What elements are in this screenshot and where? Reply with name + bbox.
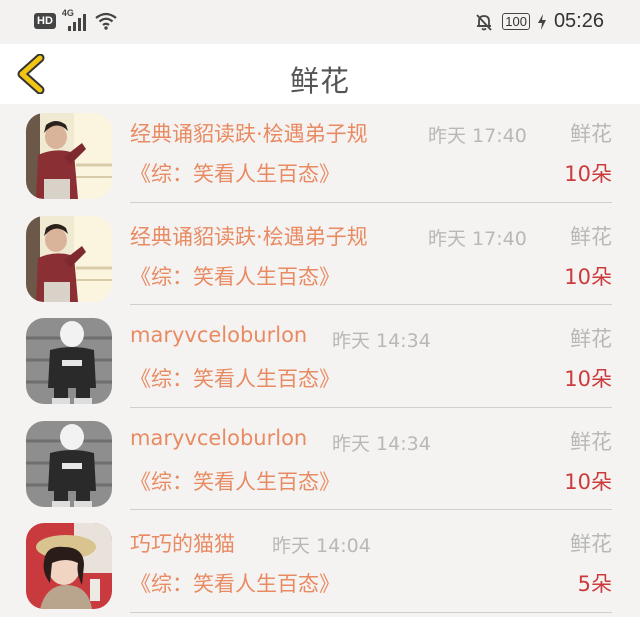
flower-count: 5朵 [577, 572, 612, 597]
book-title[interactable]: 《综：笑看人生百态》 [130, 261, 340, 291]
hd-badge: HD [34, 13, 56, 29]
divider [130, 304, 612, 306]
flower-count: 10朵 [564, 469, 612, 494]
sender-name[interactable]: 经典诵貂读趺·桧遇弟子规 [130, 118, 368, 148]
divider [130, 406, 612, 408]
list-item[interactable]: 经典诵貂读趺·桧遇弟子规 昨天 17:40 鲜花 《综：笑看人生百态》 10朵 [0, 207, 640, 310]
send-time: 昨天 14:04 [272, 535, 371, 558]
status-right: 100 05:26 [474, 10, 604, 33]
flower-count: 10朵 [564, 162, 612, 186]
wifi-icon [95, 12, 117, 30]
sender-name[interactable]: 经典诵貂读趺·桧遇弟子规 [130, 221, 368, 251]
list-item[interactable]: maryvceloburlon 昨天 14:34 鲜花 《综：笑看人生百态》 1… [0, 412, 640, 515]
avatar[interactable] [26, 215, 112, 302]
gift-type: 鲜花 [570, 429, 612, 454]
send-time: 昨天 17:40 [428, 227, 527, 250]
list-item[interactable]: 经典诵貂读趺·桧遇弟子规 昨天 17:40 鲜花 《综：笑看人生百态》 10朵 [0, 104, 640, 207]
divider [130, 201, 612, 203]
send-time: 昨天 14:34 [332, 330, 431, 353]
title-bar: 鲜花 [0, 44, 640, 104]
book-title[interactable]: 《综：笑看人生百态》 [130, 568, 340, 598]
mute-bell-icon [476, 13, 492, 31]
divider [130, 611, 612, 613]
send-time: 昨天 14:34 [332, 432, 431, 455]
book-title[interactable]: 《综：笑看人生百态》 [130, 466, 340, 496]
gift-type: 鲜花 [570, 532, 612, 557]
battery-level: 100 [502, 13, 530, 30]
avatar[interactable] [26, 318, 112, 405]
flower-list: 经典诵貂读趺·桧遇弟子规 昨天 17:40 鲜花 《综：笑看人生百态》 10朵 … [0, 104, 640, 617]
status-left: HD 4G [34, 8, 118, 31]
avatar[interactable] [26, 420, 112, 507]
clock: 05:26 [553, 10, 604, 32]
send-time: 昨天 17:40 [428, 125, 527, 147]
flower-count: 10朵 [564, 264, 612, 289]
cell-signal-icon: 4G [62, 8, 88, 31]
list-item[interactable]: maryvceloburlon 昨天 14:34 鲜花 《综：笑看人生百态》 1… [0, 309, 640, 412]
gift-type: 鲜花 [570, 122, 612, 146]
divider [130, 509, 612, 511]
page-title: 鲜花 [289, 64, 350, 98]
book-title[interactable]: 《综：笑看人生百态》 [130, 158, 340, 188]
book-title[interactable]: 《综：笑看人生百态》 [130, 363, 340, 393]
sender-name[interactable]: maryvceloburlon [130, 323, 307, 347]
status-bar: HD 4G 100 05:26 [0, 0, 640, 44]
list-item[interactable]: 巧巧的猫猫 昨天 14:04 鲜花 《综：笑看人生百态》 5朵 [0, 514, 640, 617]
gift-type: 鲜花 [570, 224, 612, 249]
sender-name[interactable]: 巧巧的猫猫 [130, 528, 235, 558]
gift-type: 鲜花 [570, 327, 612, 352]
flower-count: 10朵 [564, 367, 612, 392]
sender-name[interactable]: maryvceloburlon [130, 426, 307, 450]
avatar[interactable] [26, 523, 112, 610]
charging-icon [537, 13, 546, 30]
avatar[interactable] [26, 113, 112, 199]
